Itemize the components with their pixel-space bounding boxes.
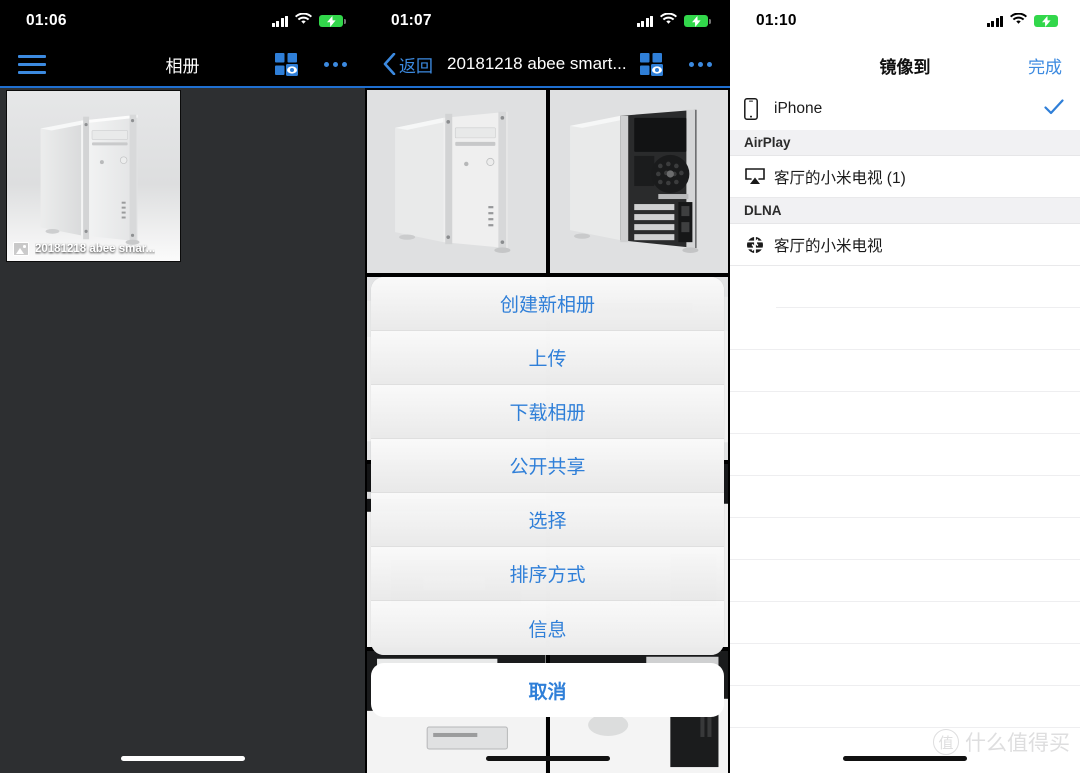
grid-preview-icon[interactable] (639, 52, 663, 76)
photo-thumbnail[interactable] (549, 90, 728, 273)
list-separator-row (730, 476, 1080, 518)
status-bar-indicators (986, 12, 1061, 30)
album-thumbnail-artwork (7, 91, 180, 261)
list-item-label: 客厅的小米电视 (774, 237, 883, 255)
list-item-label: 客厅的小米电视 (1) (774, 169, 906, 187)
page-title: 镜像到 (879, 57, 931, 77)
album-grid: 20181218 abee smar... (0, 86, 365, 262)
navbar: 返回 20181218 abee smart... (365, 42, 730, 88)
watermark-text: 什么值得买 (965, 732, 1070, 755)
panel-mirror-to-screen: 01:10 镜像到 完成 iPhone AirPlay 客厅的小米电视 (1) … (730, 0, 1080, 773)
more-options-icon[interactable] (324, 61, 347, 67)
photo-thumbnail[interactable] (367, 90, 546, 273)
list-item-iphone[interactable]: iPhone (730, 88, 1080, 130)
navbar-actions (639, 52, 712, 76)
list-separator-row (776, 266, 1080, 308)
list-separator-row (730, 392, 1080, 434)
more-options-icon[interactable] (689, 61, 712, 67)
battery-charging-icon (1034, 15, 1061, 27)
cellular-signal-icon (986, 15, 1003, 27)
chevron-left-icon (383, 53, 396, 75)
back-button[interactable]: 返回 (383, 52, 433, 77)
home-indicator (120, 756, 245, 761)
home-indicator (843, 756, 967, 761)
wifi-icon (295, 12, 312, 30)
album-card[interactable]: 20181218 abee smar... (6, 90, 181, 262)
action-sheet-item-select[interactable]: 选择 (371, 493, 724, 547)
home-indicator (485, 756, 610, 761)
list-item-dlna-device[interactable]: 客厅的小米电视 (730, 224, 1080, 266)
album-caption-text: 20181218 abee smar... (35, 243, 156, 255)
action-sheet-item-public-share[interactable]: 公开共享 (371, 439, 724, 493)
list-separator-row (730, 560, 1080, 602)
navbar-actions (274, 52, 347, 76)
status-bar-time: 01:06 (26, 12, 67, 29)
section-header-dlna: DLNA (730, 198, 1080, 224)
panel-album-detail-screen: 01:07 返回 20181218 abee smart... 创建新相册 上传… (365, 0, 730, 773)
watermark: 值 什么值得买 (933, 727, 1070, 757)
airplay-icon (744, 167, 774, 186)
screenshot-root: 01:06 相册 20181218 abee smar... 01:07 返回 … (0, 0, 1080, 773)
list-item-airplay-device[interactable]: 客厅的小米电视 (1) (730, 156, 1080, 198)
list-separator-row (730, 518, 1080, 560)
action-sheet-options: 创建新相册 上传 下载相册 公开共享 选择 排序方式 信息 (371, 277, 724, 655)
status-bar-time: 01:10 (756, 12, 797, 29)
page-title: 20181218 abee smart... (447, 54, 627, 73)
iphone-icon (744, 98, 774, 120)
album-caption: 20181218 abee smar... (7, 237, 180, 261)
battery-charging-icon (319, 15, 346, 27)
hamburger-menu-icon[interactable] (18, 54, 46, 74)
list-separator-row (730, 602, 1080, 644)
list-separator-row (730, 434, 1080, 476)
status-bar: 01:10 (730, 0, 1080, 42)
list-separator-row (730, 644, 1080, 686)
status-bar: 01:07 (365, 0, 730, 42)
section-header-airplay: AirPlay (730, 130, 1080, 156)
action-sheet-item-download-album[interactable]: 下载相册 (371, 385, 724, 439)
action-sheet-cancel-button[interactable]: 取消 (371, 663, 724, 717)
list-separator-row (730, 350, 1080, 392)
action-sheet-item-upload[interactable]: 上传 (371, 331, 724, 385)
status-bar: 01:06 (0, 0, 365, 42)
status-bar-indicators (271, 12, 346, 30)
mirror-device-list: iPhone AirPlay 客厅的小米电视 (1) DLNA 客厅的小米电视 (730, 88, 1080, 728)
status-bar-time: 01:07 (391, 12, 432, 29)
checkmark-icon (1044, 98, 1064, 120)
navbar: 相册 (0, 42, 365, 88)
list-item-label: iPhone (774, 100, 823, 117)
list-separator-row (730, 308, 1080, 350)
dlna-icon (744, 235, 774, 255)
cellular-signal-icon (636, 15, 653, 27)
watermark-badge: 值 (933, 729, 959, 755)
status-bar-indicators (636, 12, 711, 30)
panel-albums-screen: 01:06 相册 20181218 abee smar... (0, 0, 365, 773)
grid-preview-icon[interactable] (274, 52, 298, 76)
wifi-icon (660, 12, 677, 30)
action-sheet-item-sort-by[interactable]: 排序方式 (371, 547, 724, 601)
photo-placeholder-icon (13, 242, 29, 256)
action-sheet-item-create-album[interactable]: 创建新相册 (371, 277, 724, 331)
action-sheet: 创建新相册 上传 下载相册 公开共享 选择 排序方式 信息 取消 (371, 277, 724, 717)
action-sheet-item-info[interactable]: 信息 (371, 601, 724, 655)
wifi-icon (1010, 12, 1027, 30)
list-separator-row (730, 686, 1080, 728)
cellular-signal-icon (271, 15, 288, 27)
navbar: 镜像到 完成 (730, 42, 1080, 88)
battery-charging-icon (684, 15, 711, 27)
back-button-label: 返回 (399, 56, 433, 76)
